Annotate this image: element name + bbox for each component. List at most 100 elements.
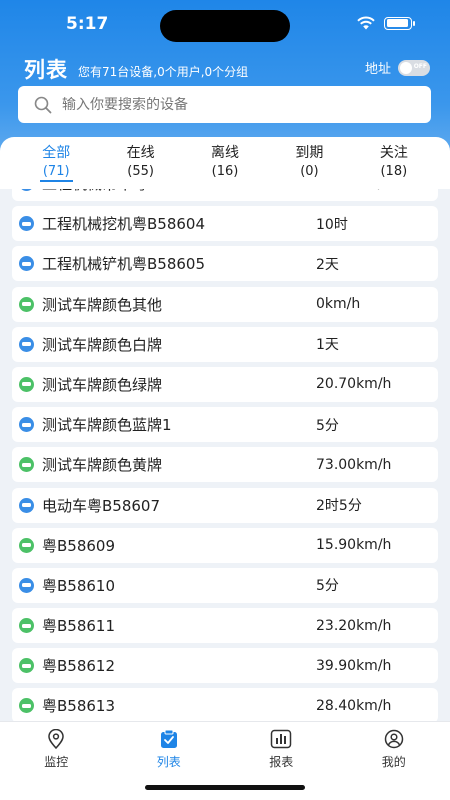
battery-icon xyxy=(384,16,415,30)
device-name: 工程机械铲机粤B58605 xyxy=(42,255,206,274)
device-row[interactable]: 粤B58613 28.40km/h xyxy=(12,688,438,721)
user-icon xyxy=(383,728,405,750)
tab-label: 全部 xyxy=(42,145,71,161)
device-value: 2时5分 xyxy=(316,498,362,514)
device-row[interactable]: 工程机械铲机粤B58605 2天 xyxy=(12,246,438,282)
device-value: 23.20km/h xyxy=(316,617,392,634)
device-value: 10时 xyxy=(316,216,348,233)
car-status-icon xyxy=(19,577,34,593)
car-status-icon xyxy=(19,537,34,553)
bar-chart-icon xyxy=(270,728,292,750)
status-bar: 5:17 xyxy=(0,0,450,48)
device-row[interactable]: 电动车粤B58607 2时5分 xyxy=(12,487,438,523)
device-value: 1天 xyxy=(316,337,339,354)
device-name: 工程机械吊车粤B58602 xyxy=(42,189,205,194)
car-status-icon xyxy=(19,497,34,513)
search-input[interactable] xyxy=(62,96,402,113)
clipboard-icon xyxy=(158,728,180,750)
page-title: 列表 xyxy=(24,58,68,82)
tab-followed[interactable]: 关注 (18) xyxy=(352,137,436,189)
tab-count: (16) xyxy=(211,164,239,179)
device-value: 15.90km/h xyxy=(316,537,392,554)
device-summary: 您有71台设备,0个用户,0个分组 xyxy=(78,64,249,79)
tab-expired[interactable]: 到期 (0) xyxy=(267,137,351,189)
car-status-icon xyxy=(19,336,34,352)
device-name: 工程机械挖机粤B58604 xyxy=(42,215,206,234)
device-row[interactable]: 工程机械吊车粤B58602 10.00km/h xyxy=(12,189,438,201)
device-name: 电动车粤B58607 xyxy=(42,496,161,515)
device-name: 测试车牌颜色黄牌 xyxy=(42,456,163,475)
car-status-icon xyxy=(19,417,34,433)
tabbar-item-monitor[interactable]: 监控 xyxy=(0,722,113,772)
address-toggle-group: 地址 OFF xyxy=(365,58,430,77)
device-name: 粤B58613 xyxy=(42,697,116,716)
device-row[interactable]: 测试车牌颜色蓝牌1 5分 xyxy=(12,407,438,443)
car-status-icon xyxy=(19,658,34,674)
tabbar-item-list[interactable]: 列表 xyxy=(113,722,226,772)
device-row[interactable]: 测试车牌颜色绿牌 20.70km/h xyxy=(12,366,438,402)
tab-label: 离线 xyxy=(211,145,240,161)
tab-label: 关注 xyxy=(379,145,408,161)
tab-all[interactable]: 全部 (71) xyxy=(14,137,98,189)
device-row[interactable]: 粤B58612 39.90km/h xyxy=(12,648,438,684)
tab-online[interactable]: 在线 (55) xyxy=(98,137,182,189)
car-status-icon xyxy=(19,256,34,272)
car-status-icon xyxy=(19,216,34,232)
location-pin-icon xyxy=(45,728,67,750)
device-row[interactable]: 测试车牌颜色其他 0km/h xyxy=(12,286,438,322)
car-status-icon xyxy=(19,296,34,312)
device-name: 测试车牌颜色绿牌 xyxy=(42,375,163,394)
tab-count: (18) xyxy=(380,164,408,179)
tabbar-item-mine[interactable]: 我的 xyxy=(338,722,450,772)
tab-offline[interactable]: 离线 (16) xyxy=(183,137,267,189)
device-value: 73.00km/h xyxy=(316,456,392,473)
device-row[interactable]: 粤B58610 5分 xyxy=(12,567,438,603)
tab-count: (55) xyxy=(127,164,154,179)
wifi-icon xyxy=(357,16,375,30)
address-label: 地址 xyxy=(364,62,391,77)
address-toggle[interactable]: OFF xyxy=(398,59,430,76)
tab-label: 到期 xyxy=(295,145,324,161)
device-name: 粤B58610 xyxy=(42,576,116,595)
car-status-icon xyxy=(19,376,34,392)
device-value: 28.40km/h xyxy=(316,697,392,714)
device-value: 39.90km/h xyxy=(316,657,392,674)
device-row[interactable]: 测试车牌颜色白牌 1天 xyxy=(12,326,438,362)
dynamic-island xyxy=(160,10,290,42)
status-time: 5:17 xyxy=(66,14,109,34)
device-value: 10.00km/h xyxy=(316,189,391,192)
car-status-icon xyxy=(19,698,34,714)
device-row[interactable]: 粤B58609 15.90km/h xyxy=(12,527,438,563)
device-value: 2天 xyxy=(316,256,339,273)
device-name: 测试车牌颜色蓝牌1 xyxy=(42,416,172,435)
device-list-viewport[interactable]: 工程机械吊车粤B5860210.00km/h工程机械挖机粤B5860410时工程… xyxy=(0,189,450,721)
status-icons xyxy=(356,16,415,30)
search-bar[interactable] xyxy=(18,86,431,123)
filter-tabs-panel: 全部 (71) 在线 (55) 离线 (16) 到期 (0) 关注 (18) xyxy=(0,137,450,189)
tab-label: 在线 xyxy=(126,145,155,161)
tabbar-label: 报表 xyxy=(269,755,294,769)
device-name: 粤B58611 xyxy=(42,617,116,636)
tabbar-item-report[interactable]: 报表 xyxy=(225,722,338,772)
tab-count: (71) xyxy=(39,163,73,182)
title-row: 列表 您有71台设备,0个用户,0个分组 地址 OFF xyxy=(24,56,430,82)
home-indicator xyxy=(145,785,305,790)
tabbar-label: 我的 xyxy=(381,755,406,769)
device-name: 测试车牌颜色白牌 xyxy=(42,335,163,354)
car-status-icon xyxy=(19,189,34,191)
tabbar-label: 监控 xyxy=(44,755,69,769)
device-row[interactable]: 粤B58611 23.20km/h xyxy=(12,608,438,644)
device-name: 测试车牌颜色其他 xyxy=(42,295,163,314)
device-value: 20.70km/h xyxy=(316,376,392,393)
bottom-tab-bar: 监控 列表 报表 我的 xyxy=(0,721,450,800)
filter-tabs: 全部 (71) 在线 (55) 离线 (16) 到期 (0) 关注 (18) xyxy=(0,137,450,189)
device-value: 0km/h xyxy=(316,296,361,313)
device-row[interactable]: 测试车牌颜色黄牌 73.00km/h xyxy=(12,447,438,483)
toggle-off-text: OFF xyxy=(413,62,427,70)
toggle-knob xyxy=(400,61,412,74)
device-name: 粤B58612 xyxy=(42,657,116,676)
car-status-icon xyxy=(19,618,34,634)
device-value: 5分 xyxy=(316,417,339,434)
device-row[interactable]: 工程机械挖机粤B58604 10时 xyxy=(12,206,438,242)
device-value: 5分 xyxy=(316,578,339,595)
